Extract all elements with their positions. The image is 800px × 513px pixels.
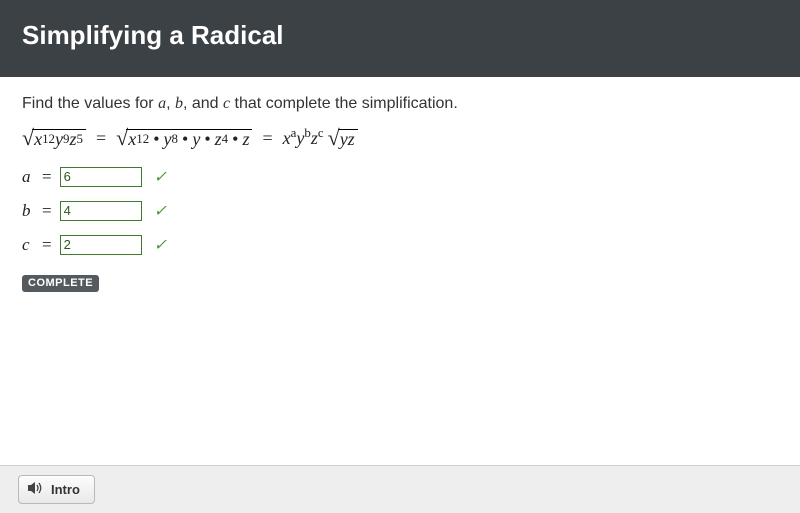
- rhs-exp-c: c: [318, 125, 324, 140]
- rhs-expression: xaybzc: [283, 128, 324, 149]
- equals-sign-2: =: [256, 128, 278, 149]
- speaker-icon: [28, 481, 44, 498]
- equals-sign: =: [42, 167, 54, 187]
- radical-lhs: √ x12y9z5: [22, 127, 86, 149]
- equation-line: √ x12y9z5 = √ x12•y8•y•z4•z = xaybzc √ y…: [22, 127, 778, 149]
- answer-input-c[interactable]: 2: [60, 235, 142, 255]
- equals-sign-1: =: [90, 128, 112, 149]
- checkmark-icon: ✓: [154, 235, 167, 255]
- intro-button-label: Intro: [51, 482, 80, 497]
- prompt-text-4: that complete the simplification.: [230, 95, 458, 112]
- answer-label-c: c: [22, 235, 36, 255]
- checkmark-icon: ✓: [154, 167, 167, 187]
- prompt-text-3: , and: [183, 95, 223, 112]
- answer-label-b: b: [22, 201, 36, 221]
- answer-row-a: a = 6 ✓: [22, 167, 778, 187]
- answer-input-a[interactable]: 6: [60, 167, 142, 187]
- radical-sign-icon: √: [328, 127, 340, 149]
- equals-sign: =: [42, 201, 54, 221]
- radicand-mid: x12•y8•y•z4•z: [126, 129, 252, 148]
- page-header: Simplifying a Radical: [0, 0, 800, 77]
- answer-row-c: c = 2 ✓: [22, 235, 778, 255]
- question-prompt: Find the values for a, b, and c that com…: [22, 95, 778, 113]
- radical-sign-icon: √: [116, 127, 128, 149]
- prompt-text-2: ,: [166, 95, 175, 112]
- radicand-rhs: yz: [338, 129, 358, 148]
- prompt-var-b: b: [175, 95, 183, 112]
- status-badge: COMPLETE: [22, 275, 99, 292]
- rhs-exp-b: b: [304, 125, 310, 140]
- prompt-text-1: Find the values for: [22, 95, 158, 112]
- radical-mid: √ x12•y8•y•z4•z: [116, 127, 252, 149]
- footer-bar: Intro: [0, 465, 800, 513]
- rhs-exp-a: a: [291, 125, 297, 140]
- intro-button[interactable]: Intro: [18, 475, 95, 504]
- page-title: Simplifying a Radical: [22, 20, 284, 50]
- radical-rhs: √ yz: [328, 127, 358, 149]
- answer-input-b[interactable]: 4: [60, 201, 142, 221]
- answer-label-a: a: [22, 167, 36, 187]
- checkmark-icon: ✓: [154, 201, 167, 221]
- answer-row-b: b = 4 ✓: [22, 201, 778, 221]
- radicand-lhs: x12y9z5: [32, 129, 86, 148]
- content-area: Find the values for a, b, and c that com…: [0, 77, 800, 292]
- prompt-var-a: a: [158, 95, 166, 112]
- radical-sign-icon: √: [22, 127, 34, 149]
- equals-sign: =: [42, 235, 54, 255]
